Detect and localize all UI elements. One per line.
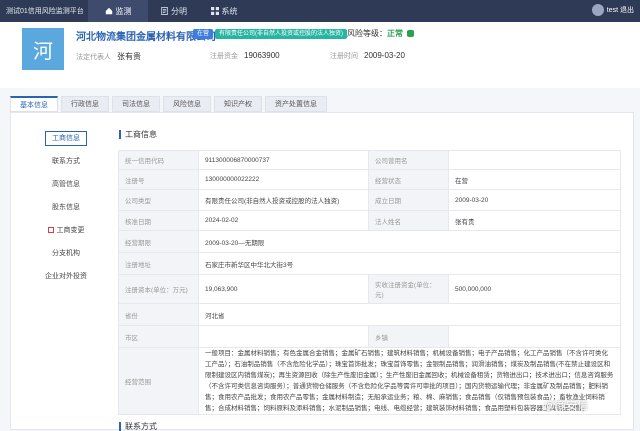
tab-risk-info[interactable]: 风险信息 — [163, 96, 211, 112]
field-label: 统一信用代码 — [118, 150, 199, 170]
side-item-label: 工商信息 — [45, 131, 87, 146]
table-row: 注册号 130000000022222 经营状态 在营 — [118, 169, 621, 190]
side-item-executives[interactable]: 高管信息 — [21, 173, 111, 196]
app-title: 测试01信用风险监测平台 — [6, 8, 84, 15]
field-value: 2009-03-20 — [448, 189, 621, 211]
side-item-investments[interactable]: 企业对外投资 — [21, 265, 111, 288]
capital-label: 注册资金 — [210, 53, 238, 60]
tab-admin-info[interactable]: 行政信息 — [61, 96, 109, 112]
side-item-contact[interactable]: 联系方式 — [21, 150, 111, 173]
nav-monitor-label: 监测 — [115, 6, 132, 16]
field-label: 经营状态 — [368, 169, 449, 190]
status-badge: 在营 — [193, 29, 214, 39]
field-label: 公司类型 — [118, 189, 199, 211]
field-label: 省份 — [118, 303, 199, 326]
field-value: 在营 — [448, 169, 621, 190]
side-item-shareholders[interactable]: 股东信息 — [21, 196, 111, 219]
field-value: 911300006870000737 — [198, 150, 369, 170]
field-label: 注册地址 — [118, 252, 199, 275]
field-value: 2024-02-02 — [198, 210, 369, 231]
nav-detail-label: 分明 — [171, 6, 187, 16]
business-info-table: 统一信用代码 911300006870000737 公司曾用名 注册号 1300… — [118, 150, 621, 415]
risk-level: 风险等级：正常 — [347, 28, 414, 39]
nav-system[interactable]: 系统 — [204, 0, 244, 22]
legal-rep: 法定代表人 张有贵 — [76, 51, 141, 62]
field-label: 成立日期 — [368, 189, 449, 211]
edit-icon — [47, 227, 54, 234]
field-label: 公司曾用名 — [368, 150, 449, 170]
capital-value: 19063900 — [244, 51, 280, 60]
field-label: 核准日期 — [118, 210, 199, 231]
nav-monitor[interactable]: 监测 — [88, 0, 148, 22]
field-label: 经营期限 — [118, 230, 199, 253]
user-menu[interactable]: test 退出 — [591, 4, 634, 16]
risk-label: 风险等级： — [347, 29, 387, 38]
side-item-label: 工商变更 — [56, 227, 85, 234]
table-row: 公司类型 有限责任公司(非自然人投资或控股的法人独资) 成立日期 2009-03… — [118, 189, 621, 211]
field-value — [448, 150, 621, 170]
field-label: 市区 — [118, 325, 199, 348]
tab-basic-info[interactable]: 基本信息 — [10, 96, 58, 112]
nav-system-label: 系统 — [221, 6, 238, 16]
tab-ip[interactable]: 知识产权 — [214, 96, 262, 112]
risk-level-value: 正常 — [387, 29, 403, 38]
table-row: 注册地址 石家庄市新华区中华北大街3号 — [118, 252, 621, 275]
table-row: 经营期限 2009-03-20—无期限 — [118, 230, 621, 253]
side-item-business-info[interactable]: 工商信息 — [21, 127, 111, 150]
tab-asset-disposal[interactable]: 资产处置信息 — [265, 96, 327, 112]
legal-rep-label: 法定代表人 — [76, 54, 111, 61]
field-label: 法人姓名 — [368, 210, 449, 231]
user-label[interactable]: test 退出 — [607, 5, 634, 15]
side-item-branches[interactable]: 分支机构 — [21, 242, 111, 265]
content-panel: 工商信息 联系方式 高管信息 股东信息 工商变更 分支机构 企业对外投资 工商信… — [10, 112, 634, 431]
table-row: 市区 乡镇 — [118, 325, 621, 348]
field-label: 乡镇 — [368, 325, 449, 348]
field-value: 2009-03-20—无期限 — [198, 230, 621, 253]
field-value: 张有贵 — [448, 210, 621, 231]
section-title: 工商信息 — [119, 130, 157, 139]
avatar — [591, 4, 604, 16]
watermark: @商安信 — [544, 400, 589, 412]
field-label: 注册号 — [118, 169, 199, 190]
field-value: 河北省 — [198, 303, 621, 326]
field-label: 经营范围 — [118, 347, 199, 415]
detail-tabs: 基本信息 行政信息 司法信息 风险信息 知识产权 资产处置信息 — [10, 96, 327, 112]
registration-time: 注册时间 2009-03-20 — [330, 51, 405, 61]
table-row: 统一信用代码 911300006870000737 公司曾用名 — [118, 150, 621, 170]
tab-judicial-info[interactable]: 司法信息 — [112, 96, 160, 112]
field-value: 19,063,900 — [198, 274, 369, 304]
document-icon — [161, 7, 168, 15]
reg-time-label: 注册时间 — [330, 53, 358, 60]
field-label: 注册资本(单位：万元) — [118, 274, 199, 304]
field-value: 有限责任公司(非自然人投资或控股的法人独资) — [198, 189, 369, 211]
grid-icon — [210, 7, 219, 15]
nav-detail[interactable]: 分明 — [154, 0, 194, 22]
reg-time-value: 2009-03-20 — [364, 51, 405, 60]
field-value: 石家庄市新华区中华北大街3号 — [198, 252, 621, 275]
company-logo: 河 — [22, 28, 64, 70]
table-row: 核准日期 2024-02-02 法人姓名 张有贵 — [118, 210, 621, 231]
home-icon — [105, 7, 112, 15]
legal-rep-value: 张有贵 — [117, 52, 141, 61]
field-label: 实收注册资金(单位：元) — [368, 274, 449, 304]
side-menu: 工商信息 联系方式 高管信息 股东信息 工商变更 分支机构 企业对外投资 — [21, 127, 111, 288]
field-value: 130000000022222 — [198, 169, 369, 190]
field-value: 500,000,000 — [448, 274, 621, 304]
shield-icon — [407, 30, 414, 38]
table-row: 注册资本(单位：万元) 19,063,900 实收注册资金(单位：元) 500,… — [118, 274, 621, 304]
table-row: 省份 河北省 — [118, 303, 621, 326]
top-bar: 测试01信用风险监测平台 监测 分明 系统 test 退出 — [0, 0, 640, 22]
registered-capital: 注册资金 19063900 — [210, 51, 280, 61]
field-value — [198, 325, 369, 348]
side-item-changes[interactable]: 工商变更 — [21, 219, 111, 242]
field-value — [448, 325, 621, 348]
company-header: 河 河北物流集团金属材料有限公司 在营 有限责任公司(非自然人投资或控股的法人独… — [0, 22, 640, 88]
company-type-badge: 有限责任公司(非自然人投资或控股的法人独资) — [215, 29, 347, 39]
